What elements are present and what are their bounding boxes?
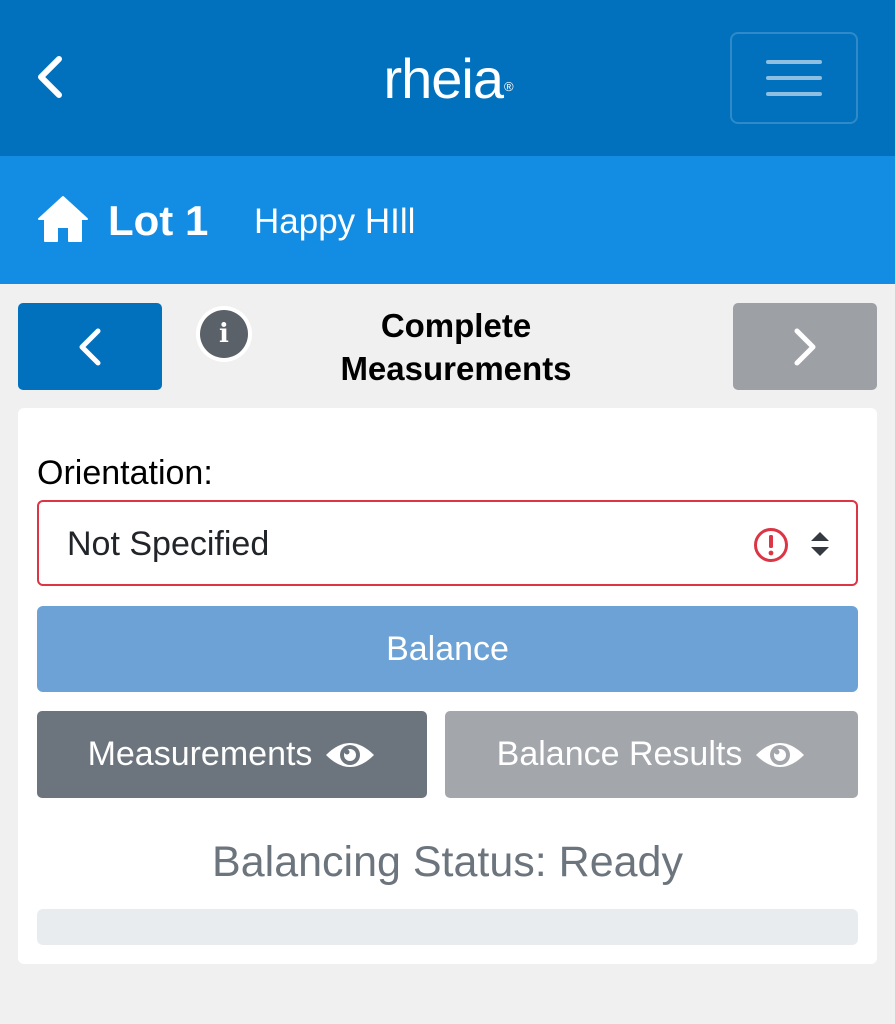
orientation-select[interactable]: Not Specified [37,500,858,586]
step-title-line2: Measurements [340,350,572,387]
step-title: Complete Measurements [282,304,630,390]
registered-mark: ® [503,79,514,94]
hamburger-menu-icon [766,60,822,64]
balance-button[interactable]: Balance [37,606,858,692]
balancing-status: Balancing Status: Ready [212,838,683,886]
app-header: rheia® [0,0,895,156]
select-arrows-icon [811,532,829,556]
lot-subtitle: Happy HIll [254,202,416,241]
info-button[interactable]: i [196,306,252,362]
menu-button[interactable] [730,32,858,124]
previous-step-button[interactable] [18,303,162,390]
balance-results-label: Balance Results [496,735,743,773]
measurements-button[interactable]: Measurements [37,711,427,798]
balance-results-button[interactable]: Balance Results [445,711,858,798]
home-icon [38,196,88,242]
eye-icon [326,742,375,767]
measurements-label: Measurements [87,735,313,773]
orientation-value: Not Specified [67,525,270,563]
chevron-left-icon [79,328,101,365]
step-title-line1: Complete [380,307,532,344]
lot-title: Lot 1 [108,197,209,244]
orientation-label: Orientation: [37,454,213,492]
next-step-button[interactable] [733,303,877,390]
chevron-right-icon [794,328,816,365]
info-icon: i [200,310,248,358]
eye-icon [756,742,805,767]
balancing-progress-bar [37,909,858,945]
brand-name: rheia [383,47,504,110]
warning-icon [754,528,788,562]
